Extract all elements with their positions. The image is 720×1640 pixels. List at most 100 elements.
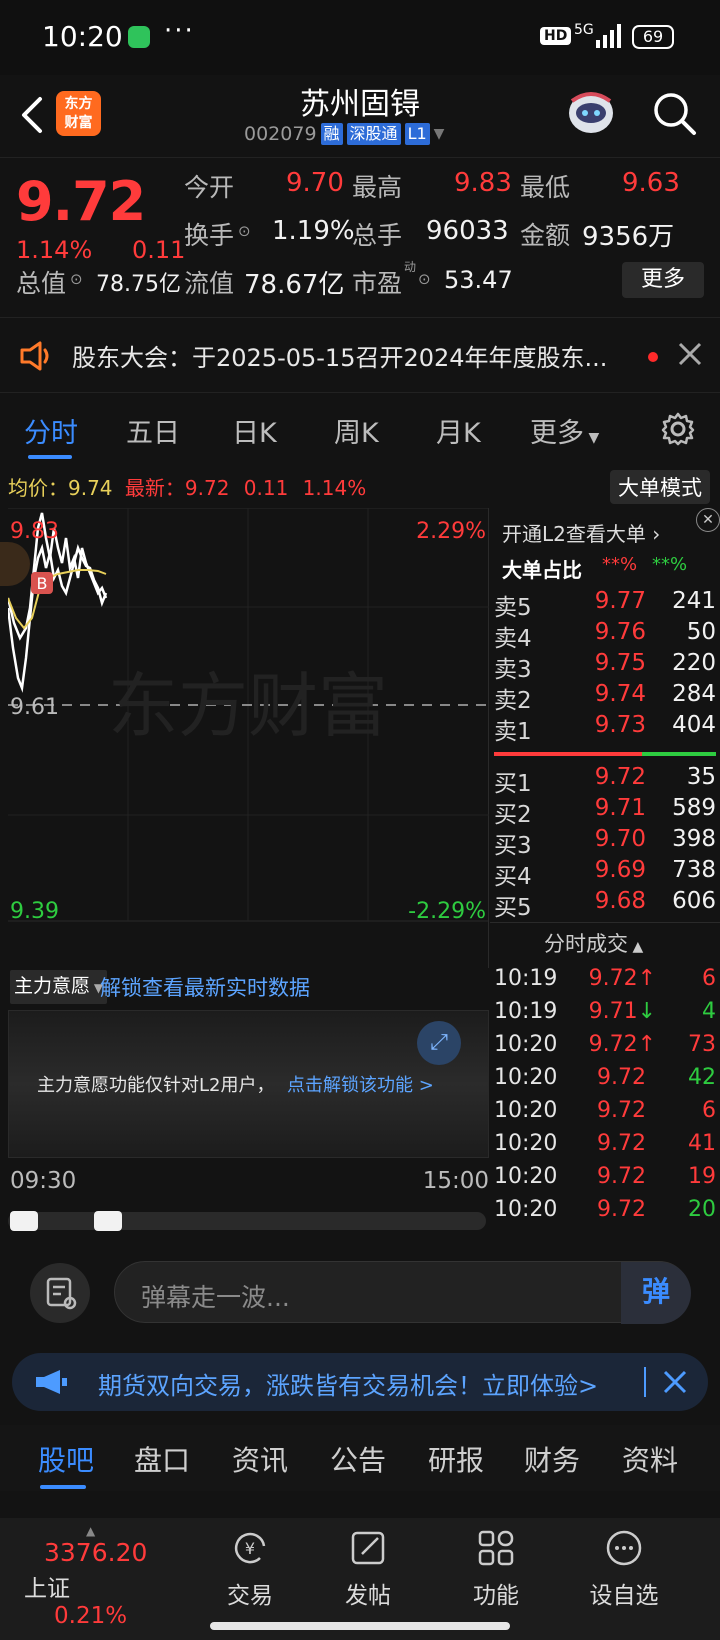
- chevron-down-icon: ▼: [433, 126, 445, 142]
- tab-profile[interactable]: 资料: [622, 1439, 678, 1479]
- close-icon[interactable]: [676, 340, 704, 368]
- active-tab-indicator: [40, 1485, 86, 1489]
- phone-call-icon: [128, 26, 150, 48]
- ratio-green: **%: [652, 554, 688, 575]
- high-value: 9.83: [454, 168, 512, 198]
- price-summary-row: 均价：9.74 最新：9.72 0.11 1.14% 大单模式: [0, 468, 720, 506]
- tab-intraday[interactable]: 分时: [24, 411, 78, 450]
- grid-icon: [478, 1530, 514, 1566]
- pe-label: 市盈: [352, 269, 403, 298]
- unread-dot: [648, 352, 658, 362]
- intraday-chart[interactable]: 东方财富 B 9.83 9.61 9.39 2.29% -2.29%: [0, 507, 489, 968]
- float-cap-value: 78.67亿: [244, 270, 345, 300]
- tab-finance[interactable]: 财务: [524, 1439, 580, 1479]
- pe-value: 53.47: [444, 266, 513, 294]
- tab-five-day[interactable]: 五日: [126, 411, 180, 450]
- open-l2-link[interactable]: 开通L2查看大单 ›: [502, 518, 660, 547]
- promo-text: 期货双向交易，涨跌皆有交易机会！立即体验>: [98, 1372, 599, 1400]
- tab-announcements[interactable]: 公告: [330, 1439, 386, 1479]
- tab-monthly-k[interactable]: 月K: [436, 411, 481, 450]
- indicator-select[interactable]: 主力意愿 ▼: [10, 970, 108, 1004]
- range-handle-right[interactable]: [94, 1211, 122, 1231]
- range-handle-left[interactable]: [10, 1211, 38, 1231]
- turnover-label: 换手: [184, 221, 235, 250]
- signal-bars-icon: [596, 24, 621, 48]
- info-icon[interactable]: ⊙: [418, 270, 431, 288]
- nav-add-watchlist[interactable]: 设自选: [574, 1528, 674, 1610]
- trade-row: 10:20 9.72 6: [494, 1098, 716, 1123]
- nav-functions[interactable]: 功能: [446, 1528, 546, 1610]
- float-cap-label: 流值: [184, 269, 235, 298]
- tab-pankou[interactable]: 盘口: [134, 1439, 190, 1479]
- bid-row-2: 买2 9.71 589: [494, 795, 716, 828]
- trade-icon: ¥: [234, 1532, 266, 1564]
- order-book: 开通L2查看大单 › ✕ 大单占比 **% **% 卖5 9.77 241 卖4 9.…: [490, 508, 720, 1243]
- trades-title[interactable]: 分时成交 ▲: [544, 928, 643, 958]
- latest-label: 最新：: [124, 476, 185, 500]
- nav-post[interactable]: 发帖: [318, 1528, 418, 1610]
- home-indicator[interactable]: [210, 1622, 510, 1630]
- bid-row-5: 买5 9.68 606: [494, 888, 716, 921]
- bid-row-4: 买4 9.69 738: [494, 857, 716, 890]
- index-value: 3376.20: [44, 1538, 148, 1567]
- trade-row: 10:19 9.72↑ 6: [494, 966, 716, 991]
- chevron-down-icon: ▼: [584, 430, 600, 446]
- info-icon[interactable]: ⊙: [70, 270, 83, 288]
- avg-price-label: 均价：: [8, 476, 68, 500]
- stock-header: 东方 财富 苏州固锝 002079 融 深股通 L1 ▼: [0, 75, 720, 157]
- tab-more[interactable]: 更多 ▼: [530, 411, 599, 450]
- tab-daily-k[interactable]: 日K: [232, 411, 277, 450]
- stock-code-row[interactable]: 002079 融 深股通 L1 ▼: [244, 123, 444, 145]
- volume-label: 总手: [352, 221, 403, 250]
- gear-icon[interactable]: [660, 411, 696, 447]
- close-icon[interactable]: ✕: [696, 508, 720, 532]
- time-start: 09:30: [10, 1168, 77, 1194]
- low-value: 9.63: [622, 168, 680, 198]
- ask-row-5: 卖5 9.77 241: [494, 588, 716, 621]
- big-order-mode-button[interactable]: 大单模式: [610, 470, 710, 504]
- hd-icon: HD: [540, 27, 572, 45]
- index-ticker[interactable]: ▲ 3376.20 上证 0.21%: [24, 1524, 174, 1629]
- battery-icon: 69: [632, 25, 674, 49]
- announcement-text: 股东大会：于2025-05-15召开2024年年度股东...: [72, 344, 608, 372]
- change-percent: 1.14%: [16, 236, 93, 264]
- expand-icon[interactable]: ⤢: [417, 1021, 461, 1065]
- close-icon[interactable]: [662, 1369, 688, 1395]
- y-axis-mid: 9.61: [10, 695, 59, 720]
- trade-row: 10:20 9.72 19: [494, 1164, 716, 1189]
- time-end: 15:00: [422, 1168, 489, 1194]
- announcement-bar[interactable]: 股东大会：于2025-05-15召开2024年年度股东...: [0, 317, 720, 393]
- tab-research[interactable]: 研报: [428, 1439, 484, 1479]
- robot-assistant-icon[interactable]: [562, 83, 620, 141]
- ask-row-2: 卖2 9.74 284: [494, 681, 716, 714]
- info-icon[interactable]: ⊙: [238, 222, 251, 240]
- content-tabs: 股吧 盘口 资讯 公告 研报 财务 资料: [0, 1425, 720, 1491]
- bid-row-1: 买1 9.72 35: [494, 764, 716, 797]
- tab-news[interactable]: 资讯: [232, 1439, 288, 1479]
- tab-guba[interactable]: 股吧: [38, 1439, 94, 1479]
- futures-promo-banner[interactable]: 期货双向交易，涨跌皆有交易机会！立即体验>: [12, 1353, 708, 1411]
- open-value: 9.70: [286, 168, 344, 198]
- index-name: 上证: [24, 1576, 70, 1602]
- danmu-send-button[interactable]: 弹: [621, 1262, 691, 1324]
- tab-weekly-k[interactable]: 周K: [334, 411, 379, 450]
- more-quote-button[interactable]: 更多: [622, 262, 704, 298]
- danmu-input[interactable]: 弹幕走一波... 弹: [114, 1261, 691, 1324]
- chevron-right-icon: ›: [645, 522, 661, 546]
- divider: [644, 1367, 646, 1397]
- pe-dynamic-sup: 动: [404, 260, 417, 274]
- ask-row-1: 卖1 9.73 404: [494, 712, 716, 745]
- nav-trade[interactable]: ¥ 交易: [200, 1528, 300, 1610]
- bid-row-3: 买3 9.70 398: [494, 826, 716, 859]
- danmu-placeholder: 弹幕走一波...: [141, 1283, 290, 1312]
- trade-row: 10:20 9.72 41: [494, 1131, 716, 1156]
- unlock-realtime-link[interactable]: 解锁查看最新实时数据: [100, 972, 310, 1002]
- main-force-panel: 主力意愿 ▼ 解锁查看最新实时数据 ⤢ 主力意愿功能仅针对L2用户， 点击解锁该…: [8, 970, 489, 1160]
- notes-icon[interactable]: [30, 1263, 90, 1323]
- trade-row: 10:20 9.72 20: [494, 1197, 716, 1222]
- stock-code: 002079: [244, 123, 317, 145]
- more-circle-icon: [606, 1530, 642, 1566]
- search-icon[interactable]: [650, 89, 698, 137]
- unlock-feature-link[interactable]: 点击解锁该功能 >: [287, 1071, 434, 1097]
- range-slider[interactable]: [8, 1211, 486, 1231]
